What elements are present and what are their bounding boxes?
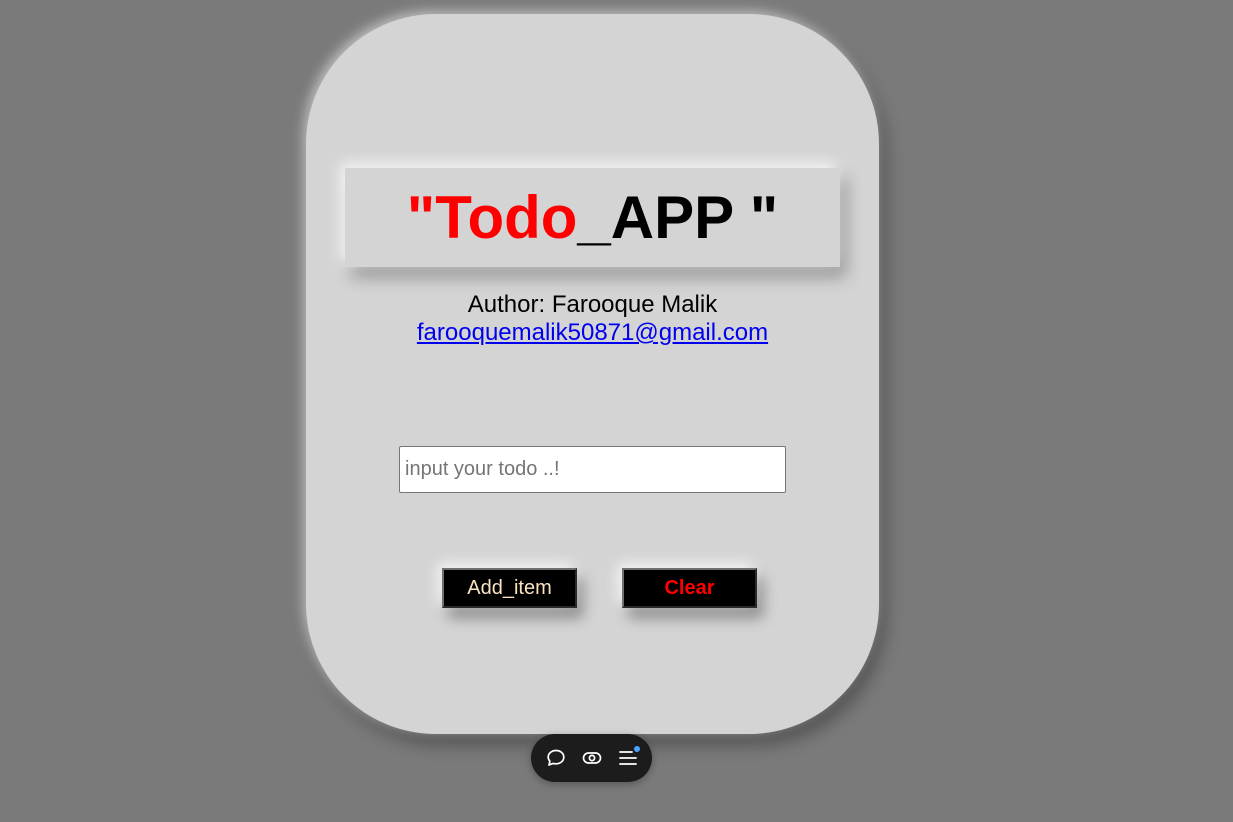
title-open-quote: ": [406, 183, 436, 251]
view-button[interactable]: [581, 747, 603, 769]
chat-bubble-icon: [546, 749, 565, 766]
app-title: " Todo _APP ": [345, 168, 840, 267]
todo-input[interactable]: [399, 446, 786, 493]
floating-toolbar: [531, 734, 652, 782]
add-item-button[interactable]: Add_item: [442, 568, 577, 608]
title-todo-word: Todo: [435, 183, 578, 251]
menu-button[interactable]: [617, 746, 640, 769]
notification-dot: [633, 746, 640, 752]
comment-button[interactable]: [545, 747, 567, 769]
clear-button[interactable]: Clear: [622, 568, 757, 608]
eye-icon: [582, 752, 601, 764]
title-app-suffix: _APP ": [577, 183, 779, 251]
email-link[interactable]: farooquemalik50871@gmail.com: [417, 319, 768, 346]
author-email: farooquemalik50871@gmail.com: [306, 319, 879, 347]
author-line: Author: Farooque Malik: [467, 291, 718, 318]
todo-card: " Todo _APP " Author: Farooque Malik faro…: [306, 14, 879, 734]
